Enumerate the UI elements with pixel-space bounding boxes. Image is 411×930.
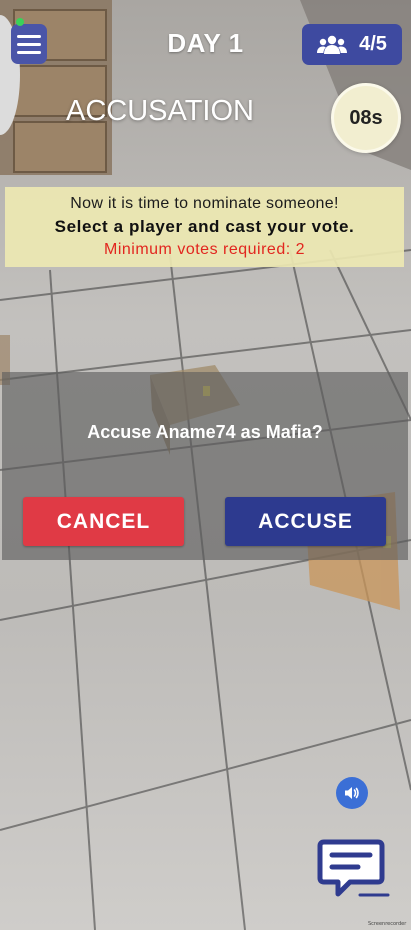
- instruction-text: Now it is time to nominate someone!: [70, 195, 339, 212]
- timer-value: 08s: [349, 106, 383, 129]
- players-count: 4/5: [359, 33, 387, 55]
- online-status-indicator: [16, 18, 24, 26]
- watermark: Screenrecorder: [368, 921, 407, 927]
- accuse-button[interactable]: ACCUSE: [225, 497, 386, 546]
- countdown-timer: 08s: [331, 83, 401, 153]
- dialog-question: Accuse Aname74 as Mafia?: [87, 422, 323, 442]
- instruction-subtext: Select a player and cast your vote.: [54, 217, 355, 236]
- accuse-confirmation-dialog: Accuse Aname74 as Mafia? CANCEL ACCUSE: [2, 372, 408, 560]
- phase-title: ACCUSATION: [66, 95, 254, 127]
- group-icon: [317, 35, 348, 54]
- players-count-badge[interactable]: 4/5: [302, 24, 402, 65]
- cancel-button[interactable]: CANCEL: [23, 497, 184, 546]
- speaker-icon: [345, 787, 359, 799]
- chat-button[interactable]: [316, 838, 390, 900]
- minimum-votes-text: Minimum votes required: 2: [103, 241, 305, 258]
- cancel-button-label: CANCEL: [56, 509, 151, 533]
- accuse-button-label: ACCUSE: [258, 509, 353, 533]
- instruction-banner: Now it is time to nominate someone! Sele…: [5, 187, 404, 267]
- chat-bubble-icon: [317, 839, 390, 897]
- sound-toggle-button[interactable]: [336, 777, 368, 809]
